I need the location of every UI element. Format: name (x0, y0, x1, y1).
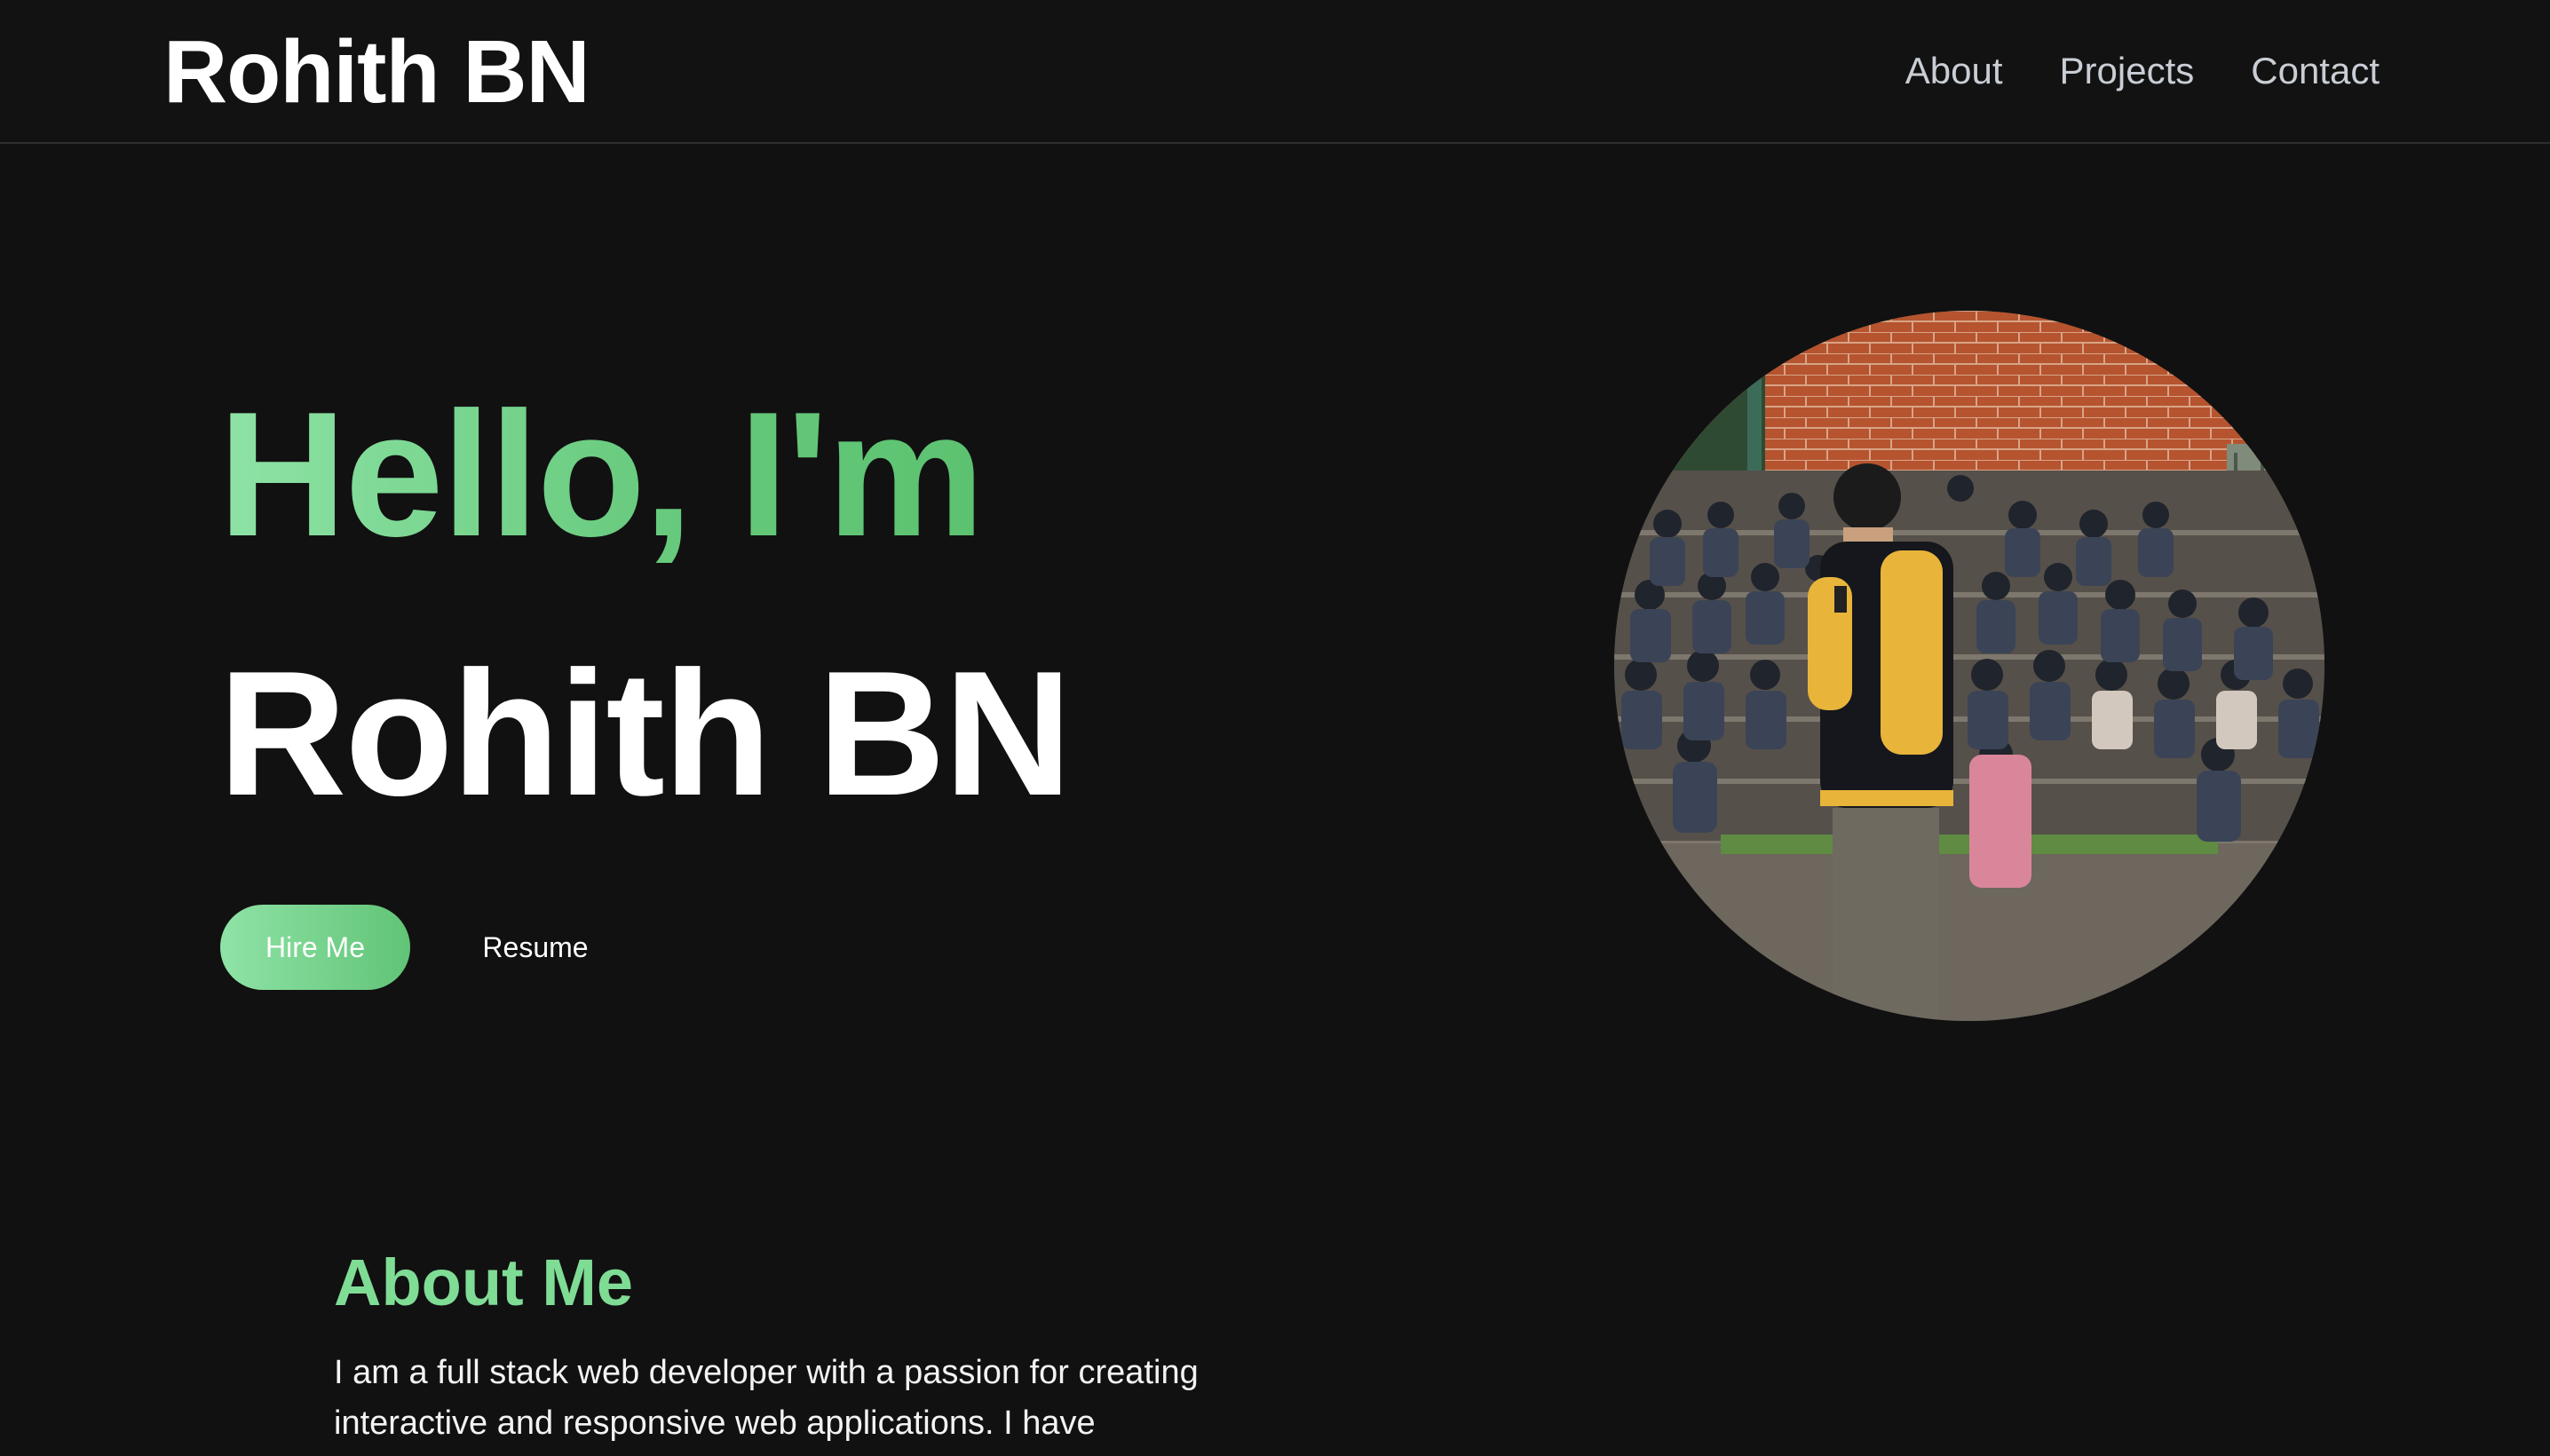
about-heading: About Me (334, 1246, 634, 1319)
top-navbar: Rohith BN About Projects Contact (0, 0, 2550, 144)
hero-name: Rohith BN (218, 635, 1073, 833)
nav-link-about[interactable]: About (1905, 46, 2003, 96)
resume-button[interactable]: Resume (444, 905, 627, 990)
profile-photo-illustration (1614, 311, 2324, 1021)
nav-link-projects[interactable]: Projects (2060, 46, 2195, 96)
nav-links: About Projects Contact (1905, 46, 2380, 96)
hero-greeting: Hello, I'm (218, 373, 985, 577)
site-brand[interactable]: Rohith BN (163, 23, 590, 121)
hire-me-button[interactable]: Hire Me (220, 905, 410, 990)
nav-link-contact[interactable]: Contact (2251, 46, 2380, 96)
about-text: I am a full stack web developer with a p… (334, 1354, 1199, 1442)
profile-photo (1614, 311, 2324, 1021)
